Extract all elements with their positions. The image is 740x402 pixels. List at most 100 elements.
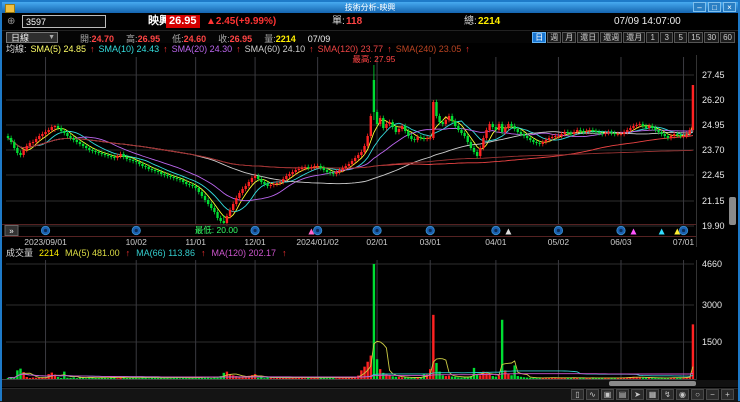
indicator-icon[interactable]: ↯ (661, 389, 674, 400)
candle (319, 166, 322, 168)
candle (88, 148, 91, 150)
alert-triangle-icon[interactable] (630, 228, 637, 235)
period-button-日[interactable]: 日 (532, 32, 547, 43)
candle (594, 131, 598, 132)
period-button-5[interactable]: 5 (674, 32, 688, 43)
horizontal-scrollbar-thumb[interactable] (609, 381, 696, 386)
candle (541, 142, 545, 144)
vertical-scrollbar-thumb[interactable] (729, 197, 736, 225)
period-button-月[interactable]: 月 (562, 32, 577, 43)
period-button-週[interactable]: 週 (547, 32, 562, 43)
volume-bar (216, 377, 219, 379)
volume-bar (435, 362, 438, 379)
title-bar[interactable]: 技術分析-映興 – □ × (2, 2, 738, 13)
event-marker-icon[interactable] (678, 225, 689, 236)
print-icon[interactable]: ▤ (616, 389, 629, 400)
eye-icon[interactable]: ◉ (676, 389, 689, 400)
candle (291, 172, 294, 174)
grid-icon[interactable]: ▦ (646, 389, 659, 400)
candle (28, 143, 32, 146)
event-marker-icon[interactable] (131, 225, 141, 236)
period-button-strip: 日週月還日 還週 還月 1 3 5 15 30 60 (532, 32, 735, 43)
event-marker-icon[interactable] (372, 225, 382, 236)
date-axis-label: 02/01 (366, 237, 388, 247)
alert-triangle-icon[interactable] (505, 228, 512, 235)
volume-ma-item: MA(120) 202.17 (211, 248, 276, 258)
volume-bar (513, 365, 516, 379)
candle (38, 136, 41, 139)
close-button[interactable]: × (723, 2, 736, 12)
event-marker-icon[interactable] (40, 225, 51, 236)
zoom-out-icon[interactable]: − (706, 389, 719, 400)
candle (454, 121, 457, 126)
event-marker-icon[interactable] (616, 225, 626, 236)
period-button-1[interactable]: 1 (646, 32, 660, 43)
period-button-30[interactable]: 30 (704, 32, 720, 43)
candle (285, 176, 288, 179)
horizontal-scrollbar[interactable] (2, 380, 738, 387)
target-icon[interactable]: ⊕ (7, 15, 15, 28)
volume-bar (444, 376, 448, 379)
volume-bar (335, 378, 338, 379)
chart-line-icon[interactable]: ∿ (586, 389, 599, 400)
save-icon[interactable]: ▣ (601, 389, 614, 400)
candle (397, 129, 401, 132)
candle (669, 136, 673, 138)
event-marker-icon[interactable] (425, 225, 435, 236)
expand-strip-button[interactable]: » (4, 225, 19, 236)
volume-bar (491, 376, 494, 379)
candle (313, 166, 316, 167)
circle-icon[interactable]: ○ (691, 389, 704, 400)
period-dropdown[interactable]: 日線 ▼ (6, 32, 58, 43)
pointer-icon[interactable]: ➤ (631, 389, 644, 400)
candle (657, 130, 660, 132)
alert-triangle-icon[interactable] (658, 228, 665, 235)
event-marker-icon[interactable] (491, 225, 501, 236)
minimize-button[interactable]: – (693, 2, 706, 12)
candle (113, 157, 116, 158)
candle (666, 136, 670, 138)
event-marker-icon[interactable] (313, 225, 323, 236)
period-button-還月[interactable]: 還月 (623, 32, 646, 43)
candle (135, 161, 138, 162)
volume-bar (447, 375, 451, 379)
period-button-還日[interactable]: 還日 (577, 32, 600, 43)
document-icon[interactable]: ▯ (571, 389, 584, 400)
candle (185, 182, 188, 184)
volume-bar (13, 378, 16, 379)
candle (63, 131, 66, 133)
candle (222, 221, 225, 223)
candle (178, 179, 182, 180)
period-button-60[interactable]: 60 (720, 32, 735, 43)
candle (19, 153, 22, 155)
price-chart[interactable]: 27.45 26.20 24.95 23.70 22.45 21.15 19.90 最高: 2… (2, 55, 740, 247)
candle (56, 126, 60, 128)
event-marker-icon[interactable] (553, 225, 564, 236)
candle (507, 124, 510, 128)
quote-datetime: 07/09 14:07:00 (614, 16, 681, 27)
candle (241, 189, 244, 193)
period-button-15[interactable]: 15 (688, 32, 704, 43)
sma-line-10 (7, 120, 694, 213)
symbol-input[interactable] (22, 15, 106, 28)
volume-ma-item: MA(66) 113.86 (136, 248, 195, 258)
up-arrow-icon: ↑ (282, 248, 287, 258)
candle (22, 150, 25, 155)
volume-chart[interactable]: 4660 3000 1500 (2, 260, 740, 380)
zoom-in-icon[interactable]: + (721, 389, 734, 400)
price-axis-label: 24.95 (702, 120, 725, 130)
maximize-button[interactable]: □ (708, 2, 721, 12)
candle (200, 192, 204, 196)
candle (482, 138, 485, 148)
candle (225, 216, 229, 223)
date-axis-label: 2024/01/02 (296, 237, 339, 247)
volume-bars-layer[interactable] (6, 264, 695, 379)
candle (31, 142, 35, 143)
volume-bar (441, 375, 444, 379)
period-button-還週[interactable]: 還週 (600, 32, 623, 43)
event-marker-icon[interactable] (250, 225, 260, 236)
candle (303, 167, 307, 168)
date-axis-label: 10/02 (126, 237, 148, 247)
period-button-3[interactable]: 3 (660, 32, 674, 43)
volume-bar (153, 378, 157, 379)
